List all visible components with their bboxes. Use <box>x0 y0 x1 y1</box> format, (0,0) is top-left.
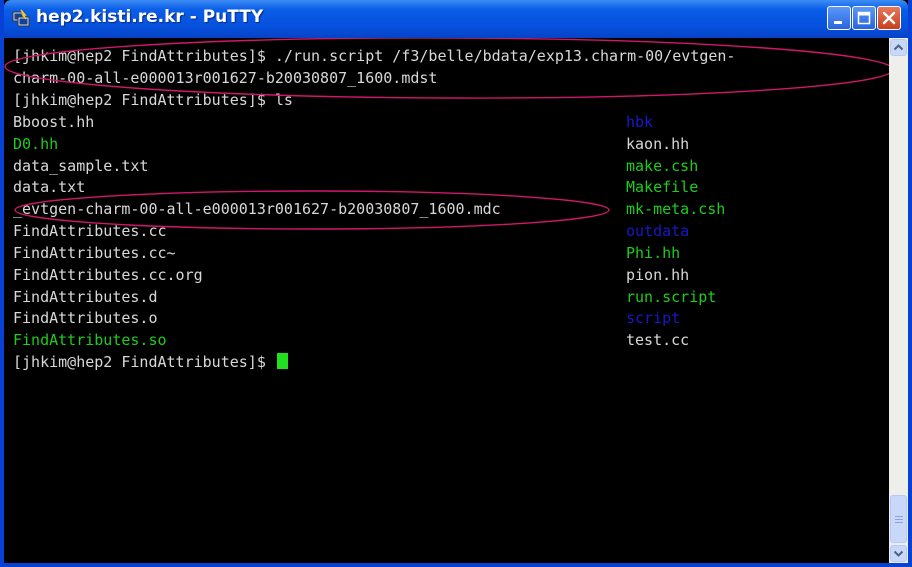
scrollbar-thumb[interactable] <box>890 495 907 543</box>
close-button[interactable] <box>877 6 901 30</box>
minimize-button[interactable] <box>827 6 851 30</box>
close-icon <box>882 11 896 25</box>
grip-icon <box>895 516 903 523</box>
minimize-icon <box>834 21 842 24</box>
annotation-ellipse <box>4 38 889 99</box>
scroll-down-icon <box>893 550 904 557</box>
title-bar[interactable]: hep2.kisti.re.kr - PuTTY <box>4 0 908 38</box>
terminal-output[interactable]: [jhkim@hep2 FindAttributes]$ ./run.scrip… <box>4 38 889 563</box>
vertical-scrollbar[interactable] <box>889 38 908 563</box>
putty-icon[interactable] <box>12 9 30 27</box>
putty-window: hep2.kisti.re.kr - PuTTY [jhkim@hep2 Fin… <box>0 0 912 567</box>
annotation-ellipse <box>14 190 610 230</box>
maximize-button[interactable] <box>852 6 876 30</box>
window-title: hep2.kisti.re.kr - PuTTY <box>36 7 264 27</box>
maximize-icon <box>857 11 871 25</box>
scroll-up-button[interactable] <box>890 39 907 56</box>
scroll-up-icon <box>893 44 904 51</box>
scroll-down-button[interactable] <box>890 545 907 562</box>
annotation-overlay <box>4 38 889 230</box>
